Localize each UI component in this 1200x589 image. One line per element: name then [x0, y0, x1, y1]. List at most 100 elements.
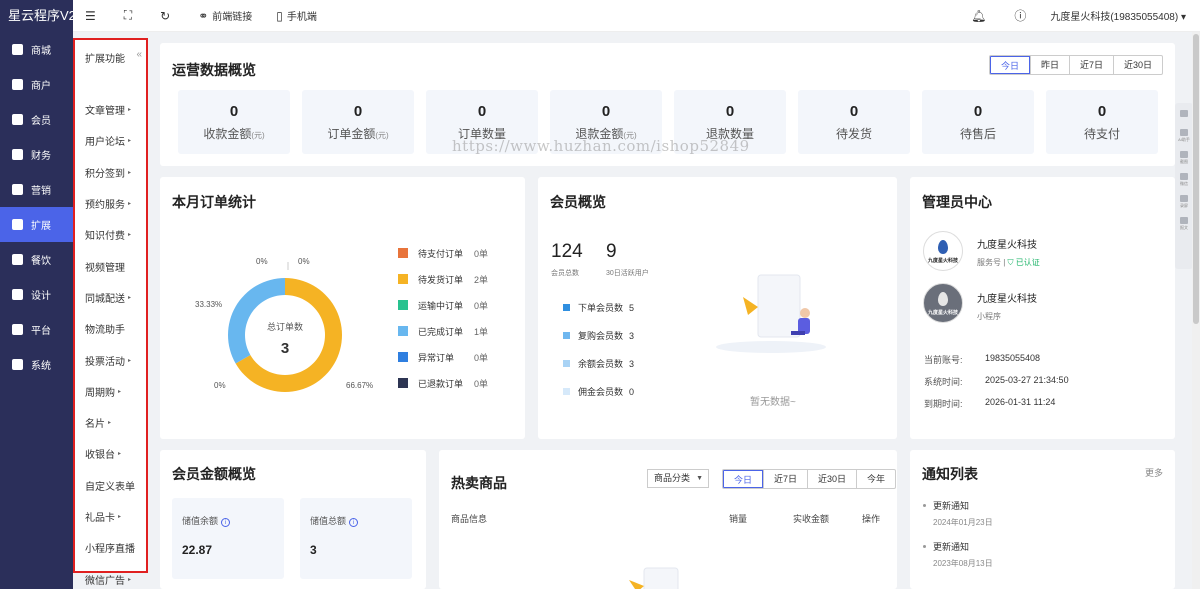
legend-item[interactable]: 运输中订单 0单 [398, 292, 488, 318]
nav-item-shop[interactable]: 商城 [0, 32, 73, 67]
submenu-item[interactable]: 预约服务 ▸ [75, 188, 146, 219]
submenu-item[interactable]: 投票活动 ▸ [75, 344, 146, 375]
marketing-icon [12, 184, 23, 195]
water-drop-icon [938, 240, 948, 254]
nav-item-catering[interactable]: 餐饮 [0, 242, 73, 277]
submenu-item[interactable]: 礼品卡 ▸ [75, 501, 146, 532]
submenu-title: 扩展功能 « [85, 49, 142, 65]
submenu-item[interactable]: 周期购 ▸ [75, 376, 146, 407]
stat-card: 0 待售后 [922, 90, 1034, 154]
float-tool-button[interactable]: 报文 [1175, 213, 1193, 235]
nav-item-merchant[interactable]: 商户 [0, 67, 73, 102]
product-category-select[interactable]: 商品分类 ▼ [647, 469, 709, 488]
scrollbar-thumb[interactable] [1193, 34, 1199, 324]
shield-icon [1175, 103, 1193, 125]
nav-item-system[interactable]: 系统 [0, 347, 73, 382]
stat-label: 待售后 [959, 127, 996, 141]
hot-range-today-tab[interactable]: 今日 [723, 470, 764, 488]
collapse-icon[interactable]: « [136, 49, 142, 60]
help-button[interactable]: ⓘ [1002, 0, 1042, 32]
slice-label-pending-payment: 0% [256, 257, 268, 266]
stored-balance-box: 储值余额 i 22.87 [172, 498, 284, 579]
float-tool-button[interactable]: 截图 [1175, 147, 1193, 169]
range-7days-tab[interactable]: 近7日 [1068, 56, 1113, 74]
stored-total-value: 3 [310, 543, 317, 557]
info-icon[interactable]: i [349, 518, 359, 527]
nav-item-finance[interactable]: 财务 [0, 137, 73, 172]
submenu-item[interactable]: 知识付费 ▸ [75, 219, 146, 250]
hot-range-7days-tab[interactable]: 近7日 [763, 470, 807, 488]
legend-item[interactable]: 已完成订单 1单 [398, 318, 488, 344]
slice-label-pending-shipment: 66.67% [346, 381, 373, 390]
legend-item[interactable]: 待发货订单 2单 [398, 266, 488, 292]
hot-range-30days-tab[interactable]: 近30日 [807, 470, 856, 488]
submenu-item[interactable]: 自定义表单 [75, 470, 146, 501]
legend-swatch [398, 300, 408, 310]
submenu-item[interactable]: 文章管理 ▸ [75, 94, 146, 125]
member-overview-card: 会员概览 124 会员总数 9 30日活跃用户 下单会员数 5 复购会员数 3 余额会员… [538, 177, 897, 439]
member-overview-title: 会员概览 [550, 194, 606, 210]
nav-item-design[interactable]: 设计 [0, 277, 73, 312]
range-today-tab[interactable]: 今日 [989, 56, 1030, 74]
member-stat-swatch [563, 304, 570, 311]
stat-unit: (元) [251, 131, 265, 140]
legend-item[interactable]: 异常订单 0单 [398, 344, 488, 370]
submenu-item[interactable]: 小程序直播 [75, 532, 146, 563]
refresh-button[interactable]: ↻ [148, 0, 186, 32]
menu-fold-icon: ☰ [85, 8, 96, 23]
submenu-item[interactable]: 物流助手 [75, 313, 146, 344]
submenu-item[interactable]: 微信广告 ▸ [75, 563, 146, 589]
chevron-right-icon: ▸ [128, 107, 132, 114]
submenu-item[interactable]: 收银台 ▸ [75, 438, 146, 469]
nav-item-extension[interactable]: 扩展 [0, 207, 73, 242]
notification-button[interactable]: 🔔︎ [959, 0, 1002, 32]
chevron-right-icon: ▸ [108, 420, 112, 427]
submenu-item[interactable]: 视频管理 [75, 250, 146, 281]
user-menu[interactable]: 九度星火科技(19835055408) ▾ [1042, 8, 1200, 23]
bell-icon: 🔔︎ [971, 8, 987, 23]
legend-swatch [398, 326, 408, 336]
submenu-item[interactable]: 同城配送 ▸ [75, 282, 146, 313]
chevron-right-icon: ▸ [128, 294, 132, 301]
hot-range-tabs: 今日 近7日 近30日 今年 [722, 469, 897, 489]
info-icon[interactable]: i [221, 518, 231, 527]
page-scrollbar[interactable] [1192, 32, 1200, 589]
nav-item-marketing[interactable]: 营销 [0, 172, 73, 207]
service-account-logo: 九度星火科技 [923, 231, 963, 271]
float-tool-button[interactable]: 微信 [1175, 169, 1193, 191]
submenu-item[interactable]: 名片 ▸ [75, 407, 146, 438]
float-tool-button[interactable]: AI助手 [1175, 125, 1193, 147]
stat-card: 0 待支付 [1046, 90, 1158, 154]
range-yesterday-tab[interactable]: 昨日 [1029, 56, 1069, 74]
donut-slice[interactable] [228, 278, 285, 364]
more-link[interactable]: 更多 [1145, 466, 1163, 479]
member-stat-row: 佣金会员数 0 [563, 385, 634, 398]
shield-check-icon: ⛉ [1007, 258, 1014, 267]
stat-value: 0 [849, 103, 859, 120]
notice-date: 2024年01月23日 [933, 518, 993, 527]
nav-item-platform[interactable]: 平台 [0, 312, 73, 347]
stat-value: 0 [353, 103, 363, 120]
nav-item-member[interactable]: 会员 [0, 102, 73, 137]
notice-item[interactable]: 更新通知 [923, 540, 969, 553]
system-time-row: 系统时间: 2025-03-27 21:34:50 [924, 375, 1069, 387]
frontend-link-button[interactable]: ⚭ 前端链接 [186, 0, 264, 32]
menu-toggle-button[interactable]: ☰ [73, 0, 112, 32]
stat-unit: (元) [375, 131, 389, 140]
legend-item[interactable]: 待支付订单 0单 [398, 240, 488, 266]
fullscreen-button[interactable]: ⛶ [112, 0, 148, 32]
range-30days-tab[interactable]: 近30日 [1112, 56, 1162, 74]
submenu-item[interactable]: 积分签到 ▸ [75, 157, 146, 188]
stat-card: 0 订单金额(元) [302, 90, 414, 154]
brand-title: 星云程序V2 [8, 8, 73, 23]
fullscreen-icon: ⛶ [123, 8, 133, 22]
mobile-button[interactable]: ▯ 手机端 [264, 0, 329, 32]
notice-list-title: 通知列表 [922, 466, 978, 482]
design-icon [12, 289, 23, 300]
legend-item[interactable]: 已退款订单 0单 [398, 370, 488, 396]
miniprogram-name: 九度星火科技 [977, 294, 1037, 305]
submenu-item[interactable]: 用户论坛 ▸ [75, 125, 146, 156]
hot-range-year-tab[interactable]: 今年 [856, 470, 895, 488]
float-tool-button[interactable]: 录屏 [1175, 191, 1193, 213]
notice-item[interactable]: 更新通知 [923, 499, 969, 512]
